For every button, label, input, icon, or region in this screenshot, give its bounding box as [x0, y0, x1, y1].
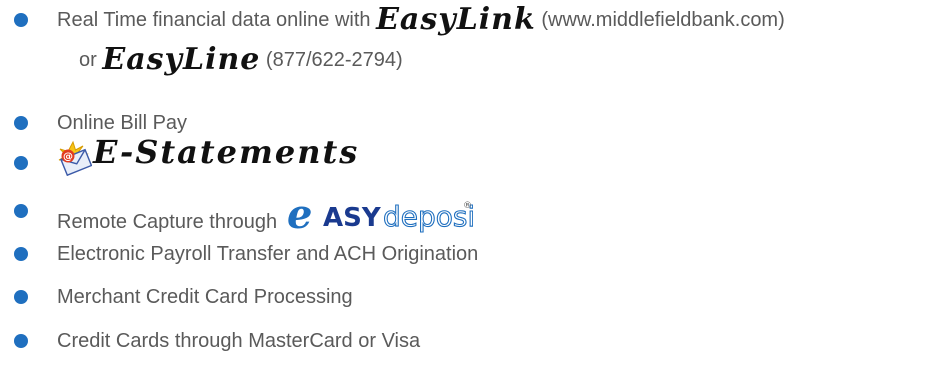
item-text-prefix: Real Time financial data online with	[57, 9, 377, 31]
bullet-icon	[14, 116, 28, 130]
list-item: Credit Cards through MasterCard or Visa	[0, 326, 938, 366]
bullet-icon	[14, 334, 28, 348]
item-text: Merchant Credit Card Processing	[57, 286, 353, 308]
logo-registered: ®	[463, 201, 472, 211]
envelope-at-icon: @	[54, 140, 93, 177]
list-item: Remote Capture through e ASY deposit ®	[0, 188, 938, 238]
logo-e: e	[287, 198, 312, 234]
logo-asy: ASY	[323, 203, 382, 233]
easylink-brand: EasyLink	[376, 2, 536, 37]
easy-deposit-logo: e ASY deposit ®	[287, 191, 487, 240]
item-text: Credit Cards through MasterCard or Visa	[57, 330, 421, 352]
services-list: Real Time financial data online with Eas…	[0, 0, 938, 376]
item-text: Remote Capture through e ASY deposit ®	[57, 191, 487, 240]
bullet-icon	[14, 290, 28, 304]
item-text: Online Bill Pay	[57, 112, 188, 134]
item-text-prefix: or	[79, 49, 103, 71]
list-item: @ E-Statements	[0, 136, 938, 180]
estatements-brand-wrap: E-Statements	[93, 136, 359, 168]
item-text: Electronic Payroll Transfer and ACH Orig…	[57, 243, 479, 265]
estatements-brand: E-Statements	[93, 133, 360, 171]
item-text-suffix: (www.middlefieldbank.com)	[535, 9, 785, 31]
list-item: Real Time financial data online with Eas…	[0, 0, 938, 40]
easyline-brand: EasyLine	[102, 42, 261, 77]
list-item: Merchant Credit Card Processing	[0, 283, 938, 323]
bullet-icon	[14, 156, 28, 170]
svg-text:@: @	[63, 152, 73, 163]
list-item: Electronic Payroll Transfer and ACH Orig…	[0, 240, 938, 280]
bullet-icon	[14, 247, 28, 261]
bullet-icon	[14, 204, 28, 218]
item-text: Real Time financial data online with Eas…	[57, 5, 785, 35]
logo-deposit: deposit	[383, 200, 473, 233]
list-item-continuation: or EasyLine (877/622-2794)	[0, 38, 938, 78]
item-text-suffix: (877/622-2794)	[260, 49, 403, 71]
bullet-icon	[14, 13, 28, 27]
item-text-prefix: Remote Capture through	[57, 211, 283, 233]
item-text: or EasyLine (877/622-2794)	[79, 45, 403, 75]
